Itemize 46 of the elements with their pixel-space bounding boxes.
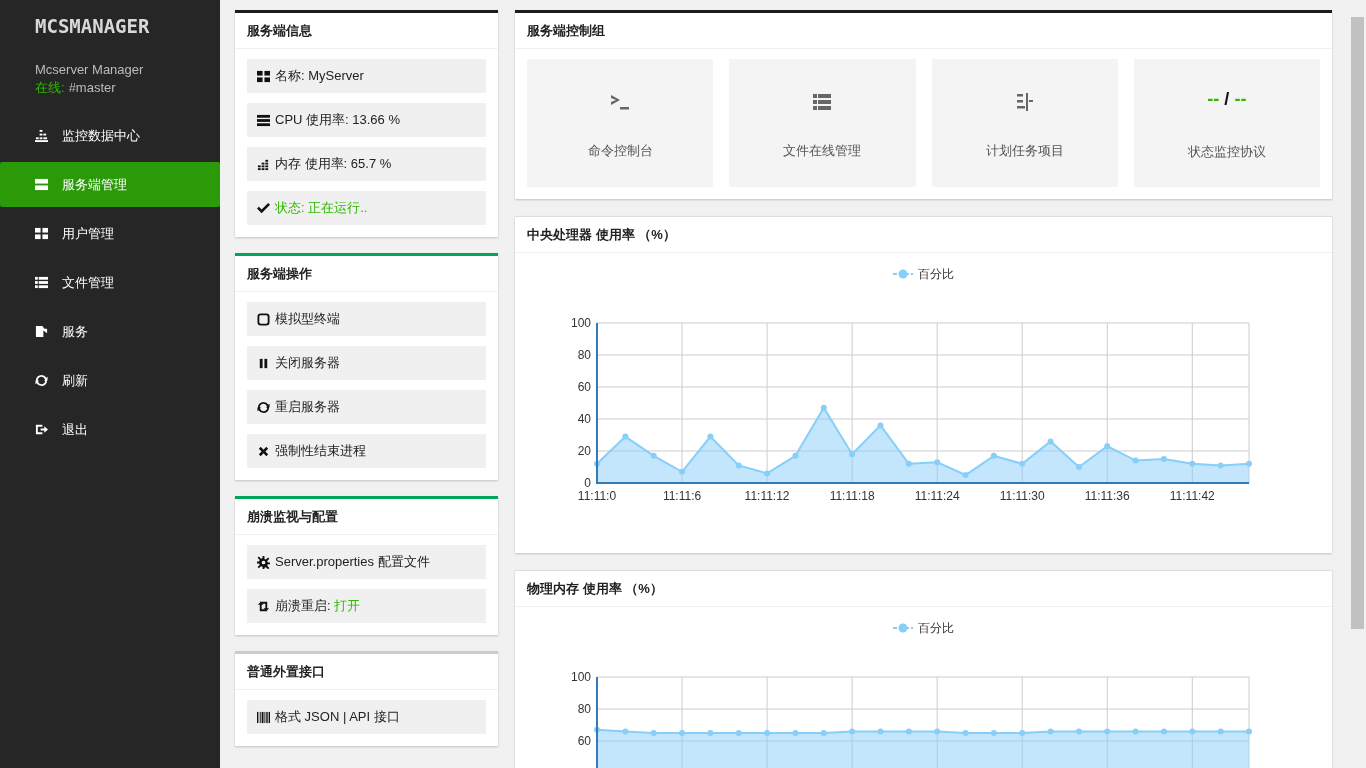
y-tick-label: 100 bbox=[570, 670, 591, 684]
x-tick-label: 11:11:30 bbox=[999, 489, 1045, 503]
x-tick-label: 11:11:0 bbox=[577, 489, 617, 503]
panel-title: 服务端信息 bbox=[247, 21, 312, 40]
logo: MCSMANAGER bbox=[35, 15, 151, 39]
x-tick-label: 11:11:18 bbox=[829, 489, 875, 503]
y-tick-label: 100 bbox=[570, 316, 591, 330]
info-text: 格式 JSON | API 接口 bbox=[275, 708, 400, 726]
x-tick-label: 11:11:12 bbox=[744, 489, 790, 503]
y-tick-label: 40 bbox=[577, 412, 591, 426]
user-name: Mcserver Manager bbox=[35, 61, 145, 79]
info-text: 崩溃重启: 打开 bbox=[275, 597, 361, 615]
y-tick-label: 60 bbox=[577, 734, 591, 748]
legend-label: 百分比 bbox=[918, 267, 954, 281]
info-text: 强制性结束进程 bbox=[275, 442, 366, 460]
y-tick-label: 80 bbox=[577, 348, 591, 362]
x-tick-label: 11:11:42 bbox=[1169, 489, 1215, 503]
x-tick-label: 11:11:36 bbox=[1084, 489, 1130, 503]
info-text: 模拟型终端 bbox=[275, 310, 340, 328]
info-text: 名称: MyServer bbox=[275, 67, 364, 85]
panel-title: 物理内存 使用率 （%） bbox=[527, 579, 663, 598]
x-tick-label: 11:11:6 bbox=[662, 489, 702, 503]
panel-title: 崩溃监视与配置 bbox=[247, 507, 338, 526]
panel-title: 普通外置接口 bbox=[247, 662, 325, 681]
x-tick-label: 11:11:24 bbox=[914, 489, 960, 503]
tile-label: 命令控制台 bbox=[587, 142, 653, 160]
y-tick-label: 20 bbox=[577, 444, 591, 458]
y-tick-label: 80 bbox=[577, 702, 591, 716]
panel-title: 服务端控制组 bbox=[527, 21, 605, 40]
info-text: Server.properties 配置文件 bbox=[275, 553, 430, 571]
info-text: 状态: 正在运行.. bbox=[275, 199, 368, 217]
y-tick-label: 60 bbox=[577, 380, 591, 394]
panel-title: 中央处理器 使用率 （%） bbox=[527, 225, 676, 244]
info-text: 关闭服务器 bbox=[275, 354, 340, 372]
status-label: 在线: bbox=[35, 80, 65, 95]
status-reading: -- / -- bbox=[1207, 89, 1247, 111]
info-text: 内存 使用率: 65.7 % bbox=[275, 155, 392, 173]
node-name: #master bbox=[68, 80, 116, 95]
info-text: CPU 使用率: 13.66 % bbox=[275, 111, 400, 129]
panel-title: 服务端操作 bbox=[247, 264, 312, 283]
tile-label: 状态监控协议 bbox=[1187, 143, 1266, 161]
tile-label: 计划任务项目 bbox=[985, 142, 1064, 160]
legend-label: 百分比 bbox=[918, 621, 954, 635]
y-tick-label: 0 bbox=[584, 476, 591, 490]
tile-label: 文件在线管理 bbox=[783, 142, 862, 160]
info-text: 重启服务器 bbox=[275, 398, 340, 416]
